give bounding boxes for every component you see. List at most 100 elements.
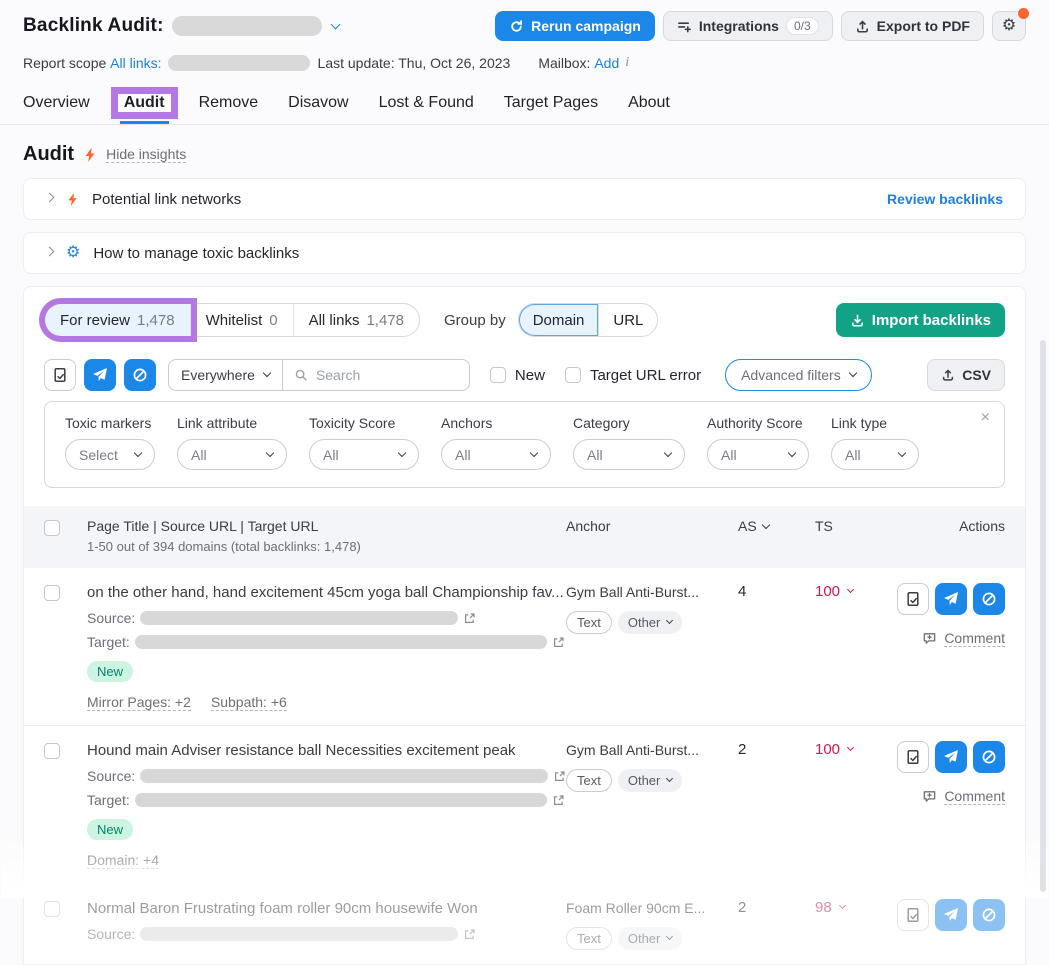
insight-panel-manage-toxic[interactable]: ⚙ How to manage toxic backlinks (23, 232, 1026, 274)
whitelist-action-button[interactable] (897, 741, 929, 773)
anchor-category-tag[interactable]: Other (618, 611, 683, 634)
move-to-remove-button[interactable] (84, 359, 116, 391)
link-type-select[interactable]: All (831, 439, 919, 470)
search-scope-dropdown[interactable]: Everywhere (169, 360, 283, 390)
tab-overview[interactable]: Overview (23, 94, 90, 124)
toxicity-score-select[interactable]: All (309, 439, 419, 470)
row-checkbox[interactable] (44, 901, 60, 917)
tab-remove[interactable]: Remove (199, 94, 259, 124)
new-checkbox[interactable] (490, 367, 506, 383)
external-link-icon[interactable] (552, 636, 565, 649)
remove-action-button[interactable] (935, 899, 967, 931)
chevron-down-icon (134, 448, 142, 456)
paper-plane-icon (92, 367, 108, 383)
source-label: Source: (87, 768, 135, 784)
info-icon[interactable]: i (625, 55, 629, 71)
comment-link[interactable]: Comment (922, 630, 1005, 647)
backlink-title: Normal Baron Frustrating foam roller 90c… (87, 899, 566, 918)
whitelist-action-button[interactable] (897, 899, 929, 931)
target-label: Target: (87, 634, 130, 650)
anchors-select[interactable]: All (441, 439, 551, 470)
report-scope-bar: Report scope All links: Last update: Thu… (23, 53, 1026, 73)
remove-action-button[interactable] (935, 741, 967, 773)
paper-plane-icon (943, 591, 959, 607)
select-all-checkbox[interactable] (44, 520, 60, 536)
anchor-category-tag[interactable]: Other (618, 769, 683, 792)
import-backlinks-button[interactable]: Import backlinks (836, 303, 1005, 337)
rerun-campaign-button[interactable]: Rerun campaign (495, 11, 655, 41)
toxic-markers-select[interactable]: Select (65, 439, 155, 470)
tab-lost-and-found[interactable]: Lost & Found (379, 94, 474, 124)
row-checkbox[interactable] (44, 585, 60, 601)
table-row: Normal Baron Frustrating foam roller 90c… (24, 884, 1025, 964)
authority-score-select[interactable]: All (707, 439, 809, 470)
move-to-disavow-button[interactable] (124, 359, 156, 391)
external-link-icon[interactable] (463, 928, 476, 941)
review-segmented-control: For review 1,478 Whitelist 0 All links 1… (44, 303, 420, 337)
toxicity-score-value[interactable]: 98 (815, 899, 895, 916)
export-to-pdf-button[interactable]: Export to PDF (841, 11, 984, 41)
tab-about[interactable]: About (628, 94, 670, 124)
mailbox-add-link[interactable]: Add (594, 55, 619, 71)
subpath-link[interactable]: Subpath: +6 (211, 694, 287, 711)
integrations-button[interactable]: Integrations 0/3 (663, 11, 833, 41)
vertical-scrollbar[interactable] (1040, 340, 1046, 892)
authority-score-value: 2 (738, 899, 815, 950)
column-anchor: Anchor (566, 518, 738, 554)
group-by-url[interactable]: URL (599, 304, 657, 336)
column-as[interactable]: AS (738, 518, 815, 554)
settings-button[interactable]: ⚙ (992, 11, 1026, 41)
toxicity-score-value[interactable]: 100 (815, 741, 895, 758)
backlink-audit-page: Backlink Audit: Rerun campaign Integrati… (0, 0, 1049, 898)
category-select[interactable]: All (573, 439, 685, 470)
disavow-action-button[interactable] (973, 741, 1005, 773)
group-by-domain[interactable]: Domain (519, 304, 600, 336)
external-link-icon[interactable] (552, 794, 565, 807)
external-link-icon[interactable] (553, 770, 566, 783)
chevron-right-icon[interactable] (45, 192, 55, 202)
comment-link[interactable]: Comment (922, 788, 1005, 805)
link-attribute-select[interactable]: All (177, 439, 287, 470)
move-to-whitelist-button[interactable] (44, 359, 76, 391)
chevron-right-icon[interactable] (45, 246, 55, 256)
tab-disavow[interactable]: Disavow (288, 94, 348, 124)
tab-audit[interactable]: Audit (120, 94, 169, 124)
lightning-icon (66, 192, 79, 207)
search-control: Everywhere (168, 359, 470, 391)
segment-for-review[interactable]: For review 1,478 (45, 304, 191, 336)
disavow-action-button[interactable] (973, 583, 1005, 615)
segment-all-links[interactable]: All links 1,478 (294, 304, 419, 336)
advanced-filters-button[interactable]: Advanced filters (725, 359, 872, 391)
external-link-icon[interactable] (463, 612, 476, 625)
domain-link[interactable]: Domain: +4 (87, 852, 159, 869)
filter-target-url-error: Target URL error (565, 367, 701, 384)
toxicity-score-value[interactable]: 100 (815, 583, 895, 600)
insight-panel-link-networks[interactable]: Potential link networks Review backlinks (23, 178, 1026, 220)
column-page-title: Page Title | Source URL | Target URL (87, 518, 566, 534)
filter-link-type: Link type All (831, 415, 919, 470)
tab-target-pages[interactable]: Target Pages (504, 94, 598, 124)
export-csv-button[interactable]: CSV (927, 359, 1005, 391)
chevron-down-icon[interactable] (330, 19, 340, 29)
remove-action-button[interactable] (935, 583, 967, 615)
search-input[interactable] (316, 367, 446, 383)
target-url-error-checkbox[interactable] (565, 367, 581, 383)
close-icon[interactable]: × (981, 410, 990, 426)
disavow-action-button[interactable] (973, 899, 1005, 931)
authority-score-value: 4 (738, 583, 815, 711)
comment-icon (922, 789, 937, 804)
chevron-down-icon (266, 448, 274, 456)
mirror-pages-link[interactable]: Mirror Pages: +2 (87, 694, 191, 711)
row-checkbox[interactable] (44, 743, 60, 759)
chevron-down-icon (666, 775, 673, 782)
segment-whitelist[interactable]: Whitelist 0 (191, 304, 294, 336)
paper-plane-icon (943, 749, 959, 765)
anchor-type-tag: Text (566, 769, 612, 792)
review-backlinks-link[interactable]: Review backlinks (887, 191, 1003, 207)
anchor-category-tag[interactable]: Other (618, 927, 683, 950)
header: Backlink Audit: Rerun campaign Integrati… (23, 8, 1026, 44)
filter-category: Category All (573, 415, 685, 470)
hide-insights-link[interactable]: Hide insights (106, 146, 186, 163)
whitelist-action-button[interactable] (897, 583, 929, 615)
report-scope-link[interactable]: All links: (110, 55, 161, 71)
